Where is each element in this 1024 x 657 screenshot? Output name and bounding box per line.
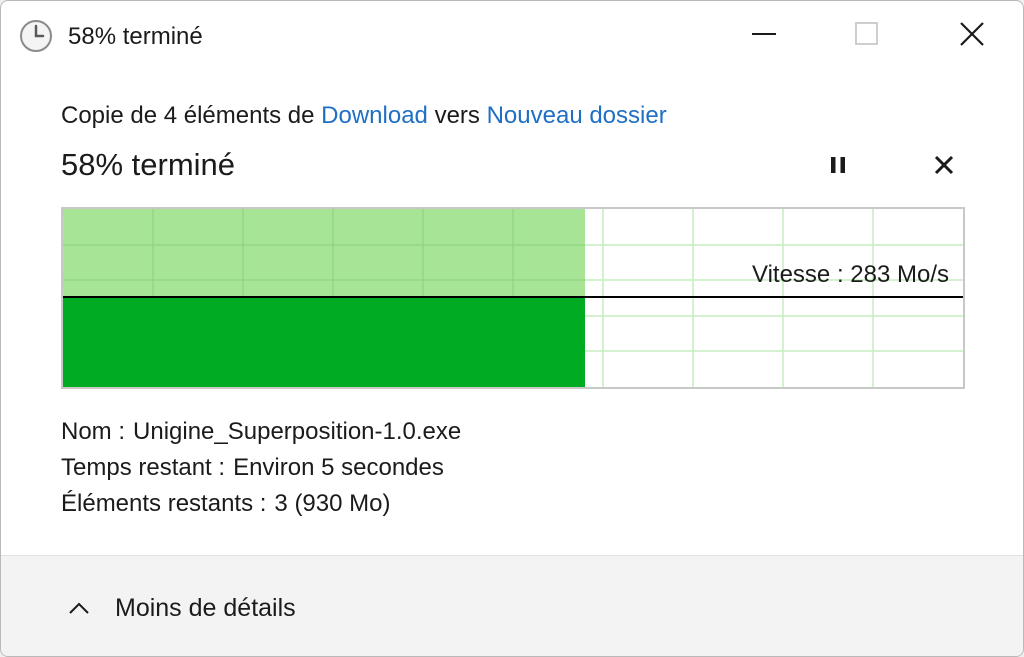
clock-icon bbox=[19, 19, 53, 53]
progress-fill-upper bbox=[63, 209, 585, 297]
cancel-button[interactable] bbox=[926, 149, 962, 185]
copy-progress-dialog: 58% terminé Copie de 4 éléments de Downl… bbox=[0, 0, 1024, 657]
close-button[interactable] bbox=[946, 11, 998, 61]
detail-name-label: Nom : bbox=[61, 418, 126, 445]
detail-time-label: Temps restant : bbox=[61, 454, 226, 481]
progress-title: 58% terminé bbox=[61, 147, 236, 182]
copy-details: Nom : Unigine_Superposition-1.0.exe Temps… bbox=[61, 414, 461, 522]
copy-prefix: Copie de 4 éléments de bbox=[61, 102, 322, 129]
dialog-footer: Moins de détails bbox=[1, 555, 1023, 656]
detail-items-row: Éléments restants : 3 (930 Mo) bbox=[61, 486, 461, 522]
chevron-up-icon bbox=[65, 594, 93, 622]
cancel-icon bbox=[933, 154, 955, 181]
detail-time-row: Temps restant : Environ 5 secondes bbox=[61, 450, 461, 486]
title-bar[interactable]: 58% terminé bbox=[1, 1, 1023, 73]
close-icon bbox=[958, 20, 986, 53]
detail-name-row: Nom : Unigine_Superposition-1.0.exe bbox=[61, 414, 461, 450]
less-details-button[interactable]: Moins de détails bbox=[65, 588, 296, 628]
speed-graph-canvas bbox=[63, 209, 963, 387]
detail-items-label: Éléments restants : bbox=[61, 490, 267, 517]
window-title: 58% terminé bbox=[68, 23, 203, 50]
copy-middle: vers bbox=[427, 102, 487, 129]
minimize-button[interactable] bbox=[738, 11, 790, 61]
maximize-icon bbox=[854, 21, 880, 52]
less-details-label: Moins de détails bbox=[115, 593, 296, 622]
source-folder-link[interactable]: Download bbox=[321, 102, 428, 129]
minimize-icon bbox=[751, 21, 777, 52]
detail-name-value: Unigine_Superposition-1.0.exe bbox=[133, 418, 462, 445]
copy-description: Copie de 4 éléments de Download vers Nou… bbox=[61, 102, 667, 130]
detail-items-value: 3 (930 Mo) bbox=[274, 490, 391, 517]
pause-icon bbox=[827, 154, 849, 181]
maximize-button[interactable] bbox=[841, 11, 893, 61]
detail-time-value: Environ 5 secondes bbox=[233, 454, 444, 481]
speed-graph: Vitesse : 283 Mo/s bbox=[61, 207, 965, 389]
progress-fill-lower bbox=[63, 297, 585, 387]
destination-folder-link[interactable]: Nouveau dossier bbox=[487, 102, 667, 129]
speed-label: Vitesse : 283 Mo/s bbox=[752, 261, 949, 288]
pause-button[interactable] bbox=[820, 149, 856, 185]
